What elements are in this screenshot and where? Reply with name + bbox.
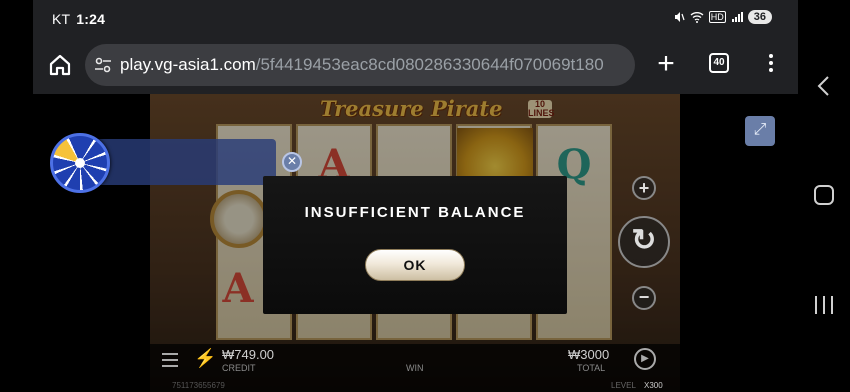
turbo-icon[interactable]: ⚡ — [194, 348, 216, 369]
credit-value: ₩749.00 — [222, 347, 275, 362]
floating-wheel-widget[interactable] — [50, 133, 276, 193]
game-bottom-bar: ⚡ ₩749.00 CREDIT WIN ₩3000 TOTAL ▶ 75117… — [150, 344, 680, 392]
battery-indicator: 36 — [747, 10, 772, 24]
tab-switcher-button[interactable]: 40 — [709, 53, 729, 73]
status-left: KT 1:24 — [52, 11, 105, 27]
tune-icon[interactable] — [94, 56, 112, 74]
more-vert-dot — [769, 68, 773, 72]
round-id: 751173655679 — [172, 381, 225, 390]
bet-increase-button[interactable]: + — [632, 176, 656, 200]
url-host: play.vg-asia1.com — [120, 55, 256, 74]
home-icon — [49, 54, 71, 76]
plus-icon: + — [657, 47, 675, 80]
credit-label: CREDIT — [222, 363, 256, 373]
home-button[interactable] — [45, 50, 75, 80]
mute-icon — [674, 12, 685, 22]
spin-button[interactable]: ↻ — [618, 216, 670, 268]
android-nav-bar — [798, 0, 850, 392]
wheel-icon[interactable] — [50, 133, 110, 193]
fullscreen-button[interactable]: ⤢ — [745, 116, 775, 146]
game-menu-button[interactable] — [162, 353, 178, 367]
wheel-hub — [75, 158, 85, 168]
browser-toolbar: play.vg-asia1.com/5f4419453eac8cd0802863… — [33, 38, 798, 94]
more-vert-dot — [769, 61, 773, 65]
recent-apps-button[interactable] — [815, 296, 833, 314]
wifi-icon — [690, 12, 704, 23]
total-value: ₩3000 — [568, 347, 610, 362]
more-vert-icon — [769, 54, 773, 58]
total-label: TOTAL — [577, 363, 606, 373]
close-icon: ✕ — [286, 154, 298, 168]
win-label: WIN — [406, 363, 424, 373]
insufficient-balance-dialog: INSUFFICIENT BALANCE OK — [263, 176, 567, 314]
address-bar[interactable]: play.vg-asia1.com/5f4419453eac8cd0802863… — [85, 44, 635, 86]
carrier-label: KT — [52, 11, 71, 27]
hd-badge: HD — [708, 11, 726, 23]
spin-icon: ↻ — [631, 224, 657, 257]
status-bar: KT 1:24 HD 36 — [33, 0, 798, 38]
bet-decrease-button[interactable]: − — [632, 286, 656, 310]
new-tab-button[interactable]: + — [651, 47, 681, 80]
screen: KT 1:24 HD 36 play.vg-asia1.com/5f4419453… — [0, 0, 850, 392]
fullscreen-icon: ⤢ — [753, 121, 767, 138]
more-menu-button[interactable] — [761, 52, 781, 76]
autoplay-button[interactable]: ▶ — [634, 348, 656, 370]
level-label: LEVEL — [611, 381, 636, 390]
dialog-title: INSUFFICIENT BALANCE — [304, 204, 526, 221]
clock: 1:24 — [76, 11, 106, 27]
ok-button[interactable]: OK — [365, 249, 465, 281]
level-value: X300 — [644, 381, 663, 390]
nav-home-button[interactable] — [814, 185, 834, 205]
url-path: /5f4419453eac8cd080286330644f070069t180 — [255, 55, 604, 74]
status-icons: HD 36 — [673, 10, 772, 24]
back-icon[interactable] — [814, 74, 834, 98]
url-text[interactable]: play.vg-asia1.com/5f4419453eac8cd0802863… — [120, 55, 604, 75]
widget-close-button[interactable]: ✕ — [282, 152, 302, 172]
signal-icon — [731, 12, 743, 22]
